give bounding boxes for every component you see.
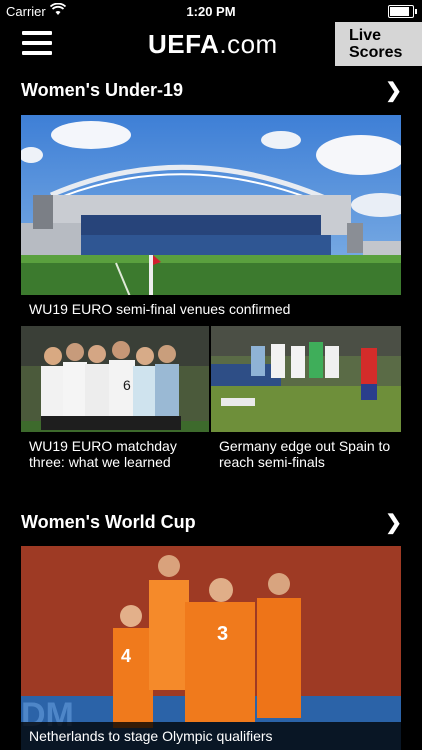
live-scores-line1: Live — [349, 27, 382, 44]
uefa-logo: UEFA.com — [148, 29, 278, 60]
svg-text:3: 3 — [217, 623, 228, 645]
article-tile-featured-2[interactable]: DM 4 3 Netherlands to stage Olympic qual… — [21, 546, 401, 750]
logo-bold: UEFA — [148, 29, 220, 59]
article-tile-left[interactable]: 6 WU19 EURO matchday three: what we lear… — [21, 326, 209, 476]
status-bar: Carrier 1:20 PM — [0, 0, 422, 22]
hamburger-menu-icon[interactable] — [22, 31, 52, 55]
battery-icon — [388, 5, 417, 18]
article-headline: Germany edge out Spain to reach semi-fin… — [211, 432, 401, 476]
article-headline: Netherlands to stage Olympic qualifiers — [21, 722, 401, 750]
chevron-right-icon: ❯ — [385, 80, 402, 102]
article-headline: WU19 EURO semi-final venues confirmed — [21, 295, 401, 323]
live-scores-button[interactable]: Live Scores — [335, 22, 422, 66]
chevron-right-icon: ❯ — [385, 512, 402, 534]
clock-label: 1:20 PM — [186, 4, 236, 19]
section-title: Women's Under-19 — [21, 80, 183, 100]
article-tile-featured[interactable]: WU19 EURO semi-final venues confirmed — [21, 115, 401, 323]
stadium-image — [21, 115, 401, 323]
svg-text:6: 6 — [123, 377, 131, 393]
nav-bar: UEFA.com Live Scores — [0, 22, 422, 66]
logo-suffix: .com — [219, 29, 278, 59]
netherlands-team-image: DM 4 3 — [21, 546, 401, 750]
article-tile-right[interactable]: Germany edge out Spain to reach semi-fin… — [211, 326, 401, 476]
section-header-womens-under-19[interactable]: Women's Under-19 ❯ — [0, 70, 422, 110]
live-scores-line2: Scores — [349, 44, 403, 61]
svg-text:4: 4 — [121, 646, 131, 666]
article-headline: WU19 EURO matchday three: what we learne… — [21, 432, 209, 476]
section-title: Women's World Cup — [21, 512, 196, 532]
section-header-womens-world-cup[interactable]: Women's World Cup ❯ — [0, 502, 422, 542]
